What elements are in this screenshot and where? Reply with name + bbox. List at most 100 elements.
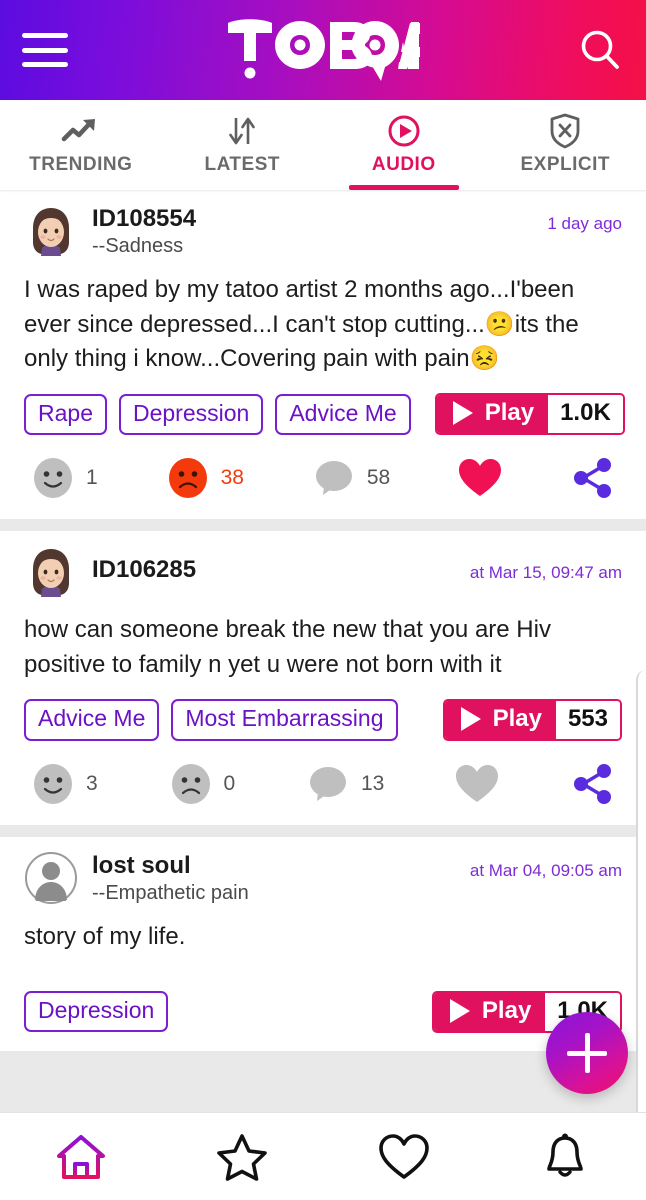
like-action[interactable]: [457, 456, 503, 500]
play-triangle-icon: [452, 401, 473, 426]
post-username: ID106285: [92, 556, 197, 584]
comment-action[interactable]: 13: [305, 761, 384, 807]
post-timestamp: at Mar 04, 09:05 am: [469, 860, 622, 880]
hamburger-bar: [22, 33, 68, 38]
avatar: [24, 851, 78, 905]
tab-label: EXPLICIT: [520, 154, 610, 175]
post-tag-row: Depression Play 1.0K: [24, 990, 622, 1033]
sort-arrows-icon: [225, 114, 259, 148]
play-button-face: Play: [444, 700, 556, 739]
smile-count: 1: [86, 466, 98, 490]
post-mood: --Sadness: [92, 234, 184, 257]
sad-reaction[interactable]: 0: [168, 761, 236, 807]
play-label: Play: [484, 399, 535, 427]
post-header: ID106285 at Mar 15, 09:47 am: [24, 545, 622, 599]
category-tabs: TRENDING LATEST AUDIO EXPLICIT: [0, 100, 646, 190]
tab-label: LATEST: [204, 154, 280, 175]
app-root: TRENDING LATEST AUDIO EXPLICIT ID108554 …: [0, 0, 646, 1200]
play-audio-button[interactable]: Play 553: [442, 698, 622, 741]
bottom-navigation: [0, 1112, 646, 1200]
post-reactions: 3 0 13: [24, 761, 622, 807]
comment-action[interactable]: 58: [311, 455, 390, 501]
post-tag[interactable]: Advice Me: [275, 393, 411, 435]
share-icon: [573, 763, 611, 804]
create-post-button[interactable]: [546, 1012, 628, 1094]
sad-face-icon: [168, 458, 207, 499]
tab-explicit[interactable]: EXPLICIT: [485, 100, 646, 190]
play-audio-button[interactable]: Play 1.0K: [434, 393, 625, 436]
post-text: how can someone break the new that you a…: [24, 616, 551, 679]
nav-notifications[interactable]: [485, 1132, 646, 1182]
play-count: 553: [555, 700, 620, 739]
play-label: Play: [492, 704, 542, 732]
play-count: 1.0K: [548, 395, 623, 434]
play-circle-icon: [387, 114, 421, 148]
heart-icon: [459, 459, 502, 497]
post-tag[interactable]: Depression: [118, 393, 264, 435]
smile-face-icon: [34, 763, 72, 804]
post-card[interactable]: ID106285 at Mar 15, 09:47 am how can som…: [0, 531, 646, 825]
post-text: I was raped by my tatoo artist 2 months …: [24, 275, 579, 373]
post-author-block: lost soul --Empathetic pain: [92, 851, 456, 906]
tab-trending[interactable]: TRENDING: [0, 100, 162, 190]
sad-count: 38: [220, 466, 244, 490]
star-icon: [217, 1133, 268, 1181]
sad-reaction[interactable]: 38: [165, 455, 244, 501]
comment-count: 13: [361, 771, 385, 795]
tab-latest[interactable]: LATEST: [162, 100, 324, 190]
like-action[interactable]: [454, 762, 500, 806]
post-tag[interactable]: Most Embarrassing: [171, 699, 398, 741]
app-header: [0, 0, 646, 100]
sad-count: 0: [223, 771, 236, 795]
post-header: lost soul --Empathetic pain at Mar 04, 0…: [24, 851, 622, 906]
nav-favorites[interactable]: [162, 1132, 324, 1182]
post-tag[interactable]: Depression: [24, 990, 169, 1033]
hamburger-menu-icon[interactable]: [22, 33, 68, 67]
post-reactions: 1 38 58: [24, 455, 622, 501]
avatar: [24, 204, 78, 258]
smile-face-icon: [34, 458, 72, 499]
post-feed[interactable]: ID108554 --Sadness 1 day ago I was raped…: [0, 190, 646, 1112]
tab-label: TRENDING: [29, 154, 133, 175]
trending-up-icon: [61, 114, 101, 148]
plus-icon: [584, 1033, 590, 1073]
post-text: story of my life.: [24, 922, 186, 950]
post-tag[interactable]: Advice Me: [24, 699, 160, 741]
post-card[interactable]: lost soul --Empathetic pain at Mar 04, 0…: [0, 836, 646, 1051]
share-action[interactable]: [570, 456, 616, 500]
nav-likes[interactable]: [323, 1132, 485, 1182]
home-icon: [56, 1134, 105, 1179]
post-tag[interactable]: Rape: [24, 393, 107, 435]
play-button-face: Play: [436, 395, 549, 434]
bell-icon: [547, 1133, 584, 1177]
comment-bubble-icon: [315, 461, 352, 496]
shield-x-icon: [549, 113, 581, 149]
post-header: ID108554 --Sadness 1 day ago: [24, 204, 622, 259]
hamburger-bar: [22, 62, 68, 67]
post-author-block: ID108554 --Sadness: [92, 204, 533, 259]
post-timestamp: at Mar 15, 09:47 am: [469, 563, 622, 583]
post-username: ID108554: [92, 205, 197, 232]
search-icon[interactable]: [576, 26, 624, 74]
nav-home[interactable]: [0, 1132, 162, 1182]
play-triangle-icon: [460, 706, 481, 731]
heart-icon: [378, 1133, 429, 1179]
comment-count: 58: [366, 466, 391, 490]
post-card[interactable]: ID108554 --Sadness 1 day ago I was raped…: [0, 190, 646, 520]
play-label: Play: [481, 996, 532, 1024]
post-timestamp: 1 day ago: [547, 214, 622, 233]
post-mood: --Empathetic pain: [92, 881, 249, 904]
play-triangle-icon: [449, 998, 470, 1023]
sad-face-icon: [171, 763, 210, 804]
play-button-face: Play: [433, 992, 546, 1031]
smile-reaction[interactable]: 1: [30, 455, 98, 501]
avatar: [24, 545, 78, 599]
hamburger-bar: [22, 47, 68, 53]
comment-bubble-icon: [310, 766, 346, 801]
share-action[interactable]: [570, 762, 616, 806]
post-username: lost soul: [92, 851, 191, 879]
tab-audio[interactable]: AUDIO: [323, 100, 485, 190]
app-logo: [68, 17, 576, 83]
smile-reaction[interactable]: 3: [30, 761, 98, 807]
heart-icon: [456, 764, 499, 802]
